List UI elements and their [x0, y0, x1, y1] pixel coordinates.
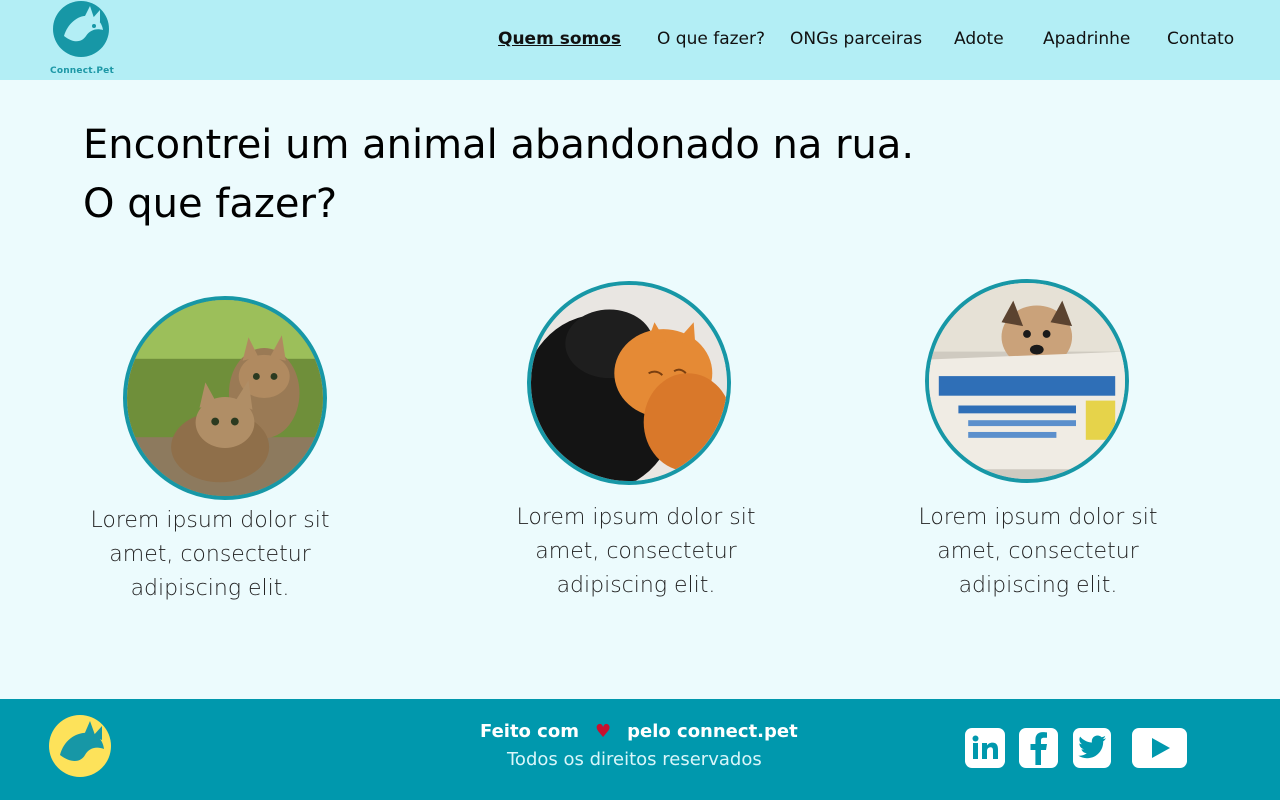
nav-ongs-parceiras[interactable]: ONGs parceiras — [790, 29, 922, 49]
site-footer: Feito com ♥ pelo connect.pet Todos os dire… — [0, 699, 1280, 800]
two-kittens-photo — [123, 296, 327, 500]
footer-made-with-text: Feito com — [480, 721, 579, 742]
footer-made-by-text: pelo connect.pet — [627, 721, 798, 742]
brand-name: Connect.Pet — [50, 66, 114, 76]
nav-contato[interactable]: Contato — [1167, 29, 1234, 49]
dog-and-cat-cuddling-photo — [527, 281, 731, 485]
twitter-icon — [1078, 735, 1106, 759]
nav-apadrinhe[interactable]: Apadrinhe — [1043, 29, 1130, 49]
pet-logo-icon — [53, 1, 109, 57]
nav-adote[interactable]: Adote — [954, 29, 1004, 49]
dog-in-cardboard-box-photo — [925, 279, 1129, 483]
linkedin-link[interactable] — [965, 728, 1005, 768]
heart-icon: ♥ — [594, 721, 612, 742]
twitter-link[interactable] — [1073, 728, 1111, 768]
facebook-link[interactable] — [1019, 728, 1058, 768]
footer-made-with: Feito com ♥ pelo connect.pet — [480, 721, 810, 742]
info-card-3-text: Lorem ipsum dolor sit amet, consectetur … — [918, 505, 1158, 598]
info-card-2-text: Lorem ipsum dolor sit amet, consectetur … — [516, 505, 756, 598]
page-title: Encontrei um animal abandonado na rua. O… — [83, 116, 1183, 234]
pet-logo-icon — [49, 715, 111, 777]
youtube-link[interactable] — [1132, 728, 1187, 768]
nav-o-que-fazer[interactable]: O que fazer? — [657, 29, 765, 49]
youtube-icon — [1151, 738, 1170, 758]
footer-logo[interactable] — [48, 713, 114, 779]
nav-quem-somos[interactable]: Quem somos — [498, 29, 621, 49]
facebook-icon — [1030, 732, 1047, 765]
info-card-1-text: Lorem ipsum dolor sit amet, consectetur … — [90, 508, 330, 601]
page-title-line1: Encontrei um animal abandonado na rua. — [83, 122, 915, 168]
site-header: Connect.Pet Quem somos O que fazer? ONGs… — [0, 0, 1280, 80]
page-title-line2: O que fazer? — [83, 181, 338, 227]
linkedin-icon — [972, 735, 998, 759]
brand-logo[interactable]: Connect.Pet — [50, 0, 114, 80]
footer-rights: Todos os direitos reservados — [507, 749, 762, 770]
